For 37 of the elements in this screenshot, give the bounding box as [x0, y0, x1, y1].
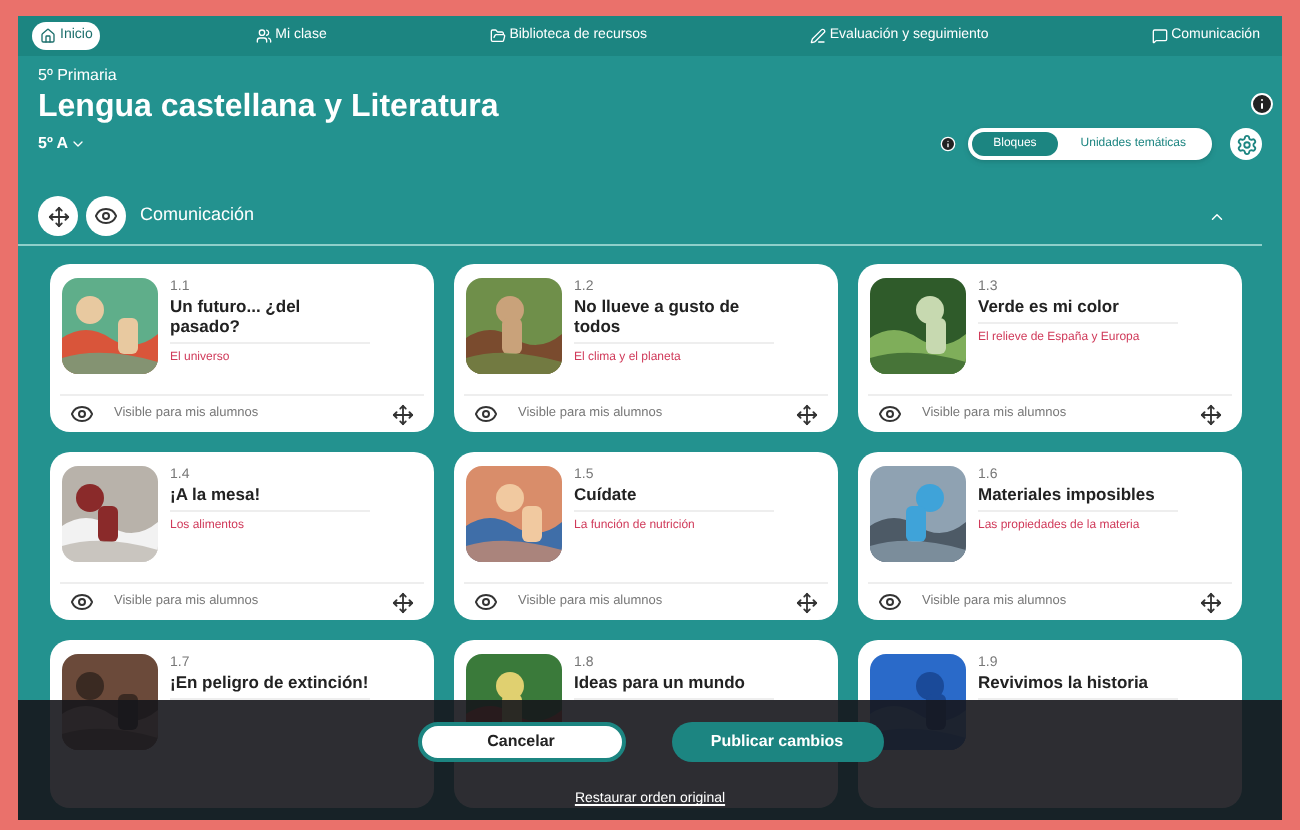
move-icon — [47, 205, 69, 227]
home-icon — [40, 28, 56, 44]
unit-title: Verde es mi color — [978, 296, 1178, 324]
visibility-icon[interactable] — [474, 590, 498, 614]
move-icon[interactable] — [796, 403, 818, 425]
subject-title: Lengua castellana y Literatura — [38, 88, 499, 128]
visibility-icon[interactable] — [474, 402, 498, 426]
move-icon[interactable] — [392, 591, 414, 613]
unit-title: Materiales imposibles — [978, 484, 1178, 512]
move-button[interactable] — [38, 196, 78, 236]
section-title: Comunicación — [140, 202, 255, 229]
unit-title: Un futuro... ¿del pasado? — [170, 296, 370, 344]
publish-button[interactable]: Publicar cambios — [671, 722, 883, 762]
unit-title: ¡A la mesa! — [170, 484, 370, 512]
visibility-button[interactable] — [86, 196, 126, 236]
speech-bubble-icon — [1151, 28, 1168, 44]
move-icon[interactable] — [1200, 403, 1222, 425]
visibility-icon[interactable] — [878, 590, 902, 614]
move-icon[interactable] — [1200, 591, 1222, 613]
move-icon[interactable] — [392, 403, 414, 425]
unit-title: Cuídate — [574, 484, 774, 512]
visibility-icon[interactable] — [70, 402, 94, 426]
move-icon[interactable] — [796, 591, 818, 613]
visibility-icon[interactable] — [70, 590, 94, 614]
group-selector[interactable]: 5º A — [38, 132, 499, 156]
visibility-icon[interactable] — [878, 402, 902, 426]
info-icon[interactable] — [1250, 92, 1274, 116]
folder-icon — [489, 28, 506, 44]
chevron-down-icon — [70, 136, 87, 152]
settings-button[interactable] — [1230, 128, 1262, 160]
eye-icon — [94, 204, 118, 228]
people-icon — [255, 28, 272, 44]
pen-icon — [809, 28, 826, 44]
info-icon[interactable] — [939, 136, 956, 152]
cancel-button[interactable]: Cancelar — [417, 722, 625, 762]
grade-label: 5º Primaria — [38, 64, 119, 88]
unit-title: No llueve a gusto de todos — [574, 296, 774, 344]
